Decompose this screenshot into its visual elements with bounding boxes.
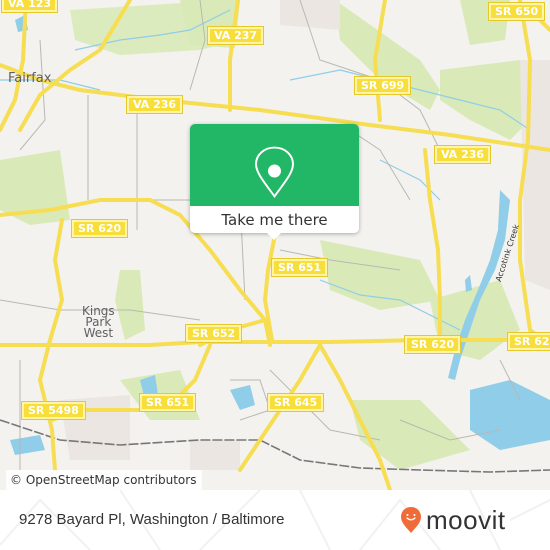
road-label-sr651-south: SR 651 bbox=[138, 393, 197, 412]
place-label-fairfax: Fairfax bbox=[8, 71, 52, 86]
road-label-sr650: SR 650 bbox=[487, 2, 546, 21]
moovit-pin-icon bbox=[401, 507, 421, 533]
map-canvas[interactable]: VA 123 VA 237 SR 650 VA 236 SR 699 VA 23… bbox=[0, 0, 550, 490]
road-label-sr5498: SR 5498 bbox=[21, 401, 86, 420]
address-text: 9278 Bayard Pl, Washington / Baltimore bbox=[19, 511, 285, 528]
road-label-sr699: SR 699 bbox=[353, 76, 412, 95]
road-label-va236-west: VA 236 bbox=[125, 95, 184, 114]
road-label-sr645: SR 645 bbox=[266, 393, 325, 412]
map-attribution[interactable]: © OpenStreetMap contributors bbox=[6, 470, 203, 490]
popup-pointer bbox=[266, 232, 282, 240]
popup-header bbox=[190, 124, 359, 206]
road-label-va123: VA 123 bbox=[0, 0, 59, 13]
destination-popup: Take me there bbox=[190, 124, 359, 240]
road-label-sr651-north: SR 651 bbox=[270, 258, 329, 277]
road-label-sr620-center: SR 620 bbox=[403, 335, 462, 354]
road-label-sr620-east: SR 620 bbox=[506, 332, 550, 351]
road-label-va237: VA 237 bbox=[206, 26, 265, 45]
road-label-va236-east: VA 236 bbox=[433, 145, 492, 164]
moovit-logo[interactable]: moovit bbox=[400, 504, 506, 536]
location-pin-icon bbox=[254, 146, 295, 199]
road-label-sr652: SR 652 bbox=[184, 324, 243, 343]
take-me-there-button[interactable]: Take me there bbox=[190, 206, 359, 233]
road-label-sr620-west: SR 620 bbox=[70, 219, 129, 238]
moovit-wordmark: moovit bbox=[426, 504, 506, 535]
place-label-kings-park-west: Kings Park West bbox=[82, 304, 115, 340]
footer-bar: 9278 Bayard Pl, Washington / Baltimore m… bbox=[0, 490, 550, 550]
